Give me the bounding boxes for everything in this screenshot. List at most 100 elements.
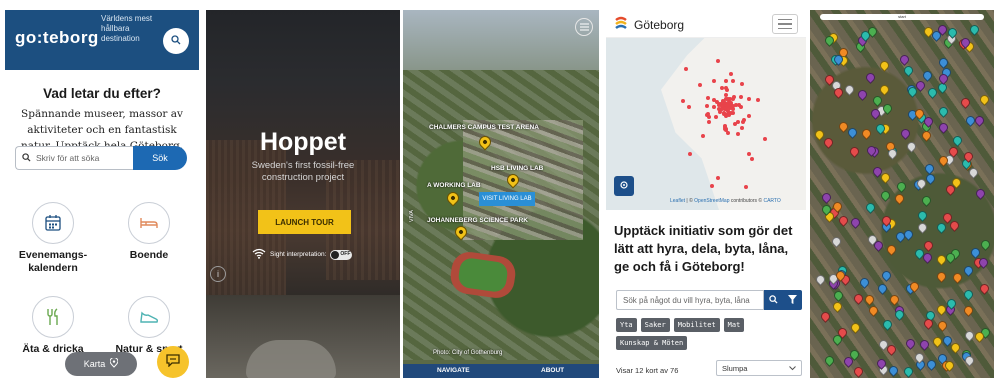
sight-interpretation-toggle[interactable]: Sight interpretation: OFF xyxy=(252,248,353,261)
map-pin-icon[interactable] xyxy=(962,303,975,317)
map-pin-icon[interactable] xyxy=(860,127,874,141)
menu-button[interactable] xyxy=(575,18,593,36)
address-bar[interactable]: start xyxy=(820,14,984,20)
map-pin-icon[interactable] xyxy=(879,189,893,203)
map-pin-icon[interactable] xyxy=(887,364,900,377)
map-pin-icon[interactable] xyxy=(862,293,876,307)
map-pin-icon[interactable] xyxy=(919,128,933,142)
map-pin-icon[interactable] xyxy=(915,209,929,223)
map-pin-icon[interactable] xyxy=(848,320,862,334)
map-pin-icon[interactable] xyxy=(813,272,827,286)
map-pin-icon[interactable] xyxy=(902,365,916,378)
initiative-marker[interactable] xyxy=(739,81,744,86)
attribution-link[interactable]: Leaflet xyxy=(670,198,685,204)
map-pin-icon[interactable] xyxy=(962,288,976,302)
map-pin-icon[interactable] xyxy=(819,191,833,205)
map-pin-icon[interactable] xyxy=(818,309,832,323)
tag-mobilitet[interactable]: Mobilitet xyxy=(673,318,720,332)
initiative-marker[interactable] xyxy=(724,78,729,83)
map-pin-icon[interactable] xyxy=(920,194,934,207)
map-pin-icon[interactable] xyxy=(851,291,865,305)
map-pin-icon[interactable] xyxy=(832,289,845,303)
attribution-link[interactable]: OpenStreetMap xyxy=(694,198,729,204)
map-pin-icon[interactable] xyxy=(849,216,862,230)
map-pin-icon[interactable] xyxy=(846,126,860,140)
tag-kunskap-moten[interactable]: Kunskap & Möten xyxy=(616,336,688,350)
initiative-marker[interactable] xyxy=(698,82,703,87)
map-pin-icon[interactable] xyxy=(962,263,976,277)
map-pin-icon[interactable] xyxy=(899,127,913,140)
hamburger-menu-button[interactable] xyxy=(772,14,798,34)
search-input[interactable]: Sök på något du vill hyra, byta, låna xyxy=(616,290,764,310)
map-pin-icon[interactable] xyxy=(881,318,894,332)
pin-map-screen[interactable]: start xyxy=(810,10,994,378)
initiative-marker[interactable] xyxy=(755,97,760,102)
filter-icon[interactable] xyxy=(788,291,797,309)
initiative-marker[interactable] xyxy=(740,119,745,124)
category-events[interactable]: Evenemangs- kalendern xyxy=(13,202,93,275)
map-pin-icon[interactable] xyxy=(903,337,917,351)
map-pin-icon[interactable] xyxy=(864,201,877,215)
map-pin-icon[interactable] xyxy=(864,70,878,84)
initiative-marker[interactable] xyxy=(687,104,692,109)
map-pin-icon[interactable] xyxy=(830,235,844,248)
initiative-marker[interactable] xyxy=(687,152,692,157)
map-pin-icon[interactable] xyxy=(921,238,935,252)
initiative-marker[interactable] xyxy=(707,119,712,124)
toggle-switch[interactable]: OFF xyxy=(330,249,353,260)
chat-button[interactable] xyxy=(157,346,189,378)
map-pin-icon[interactable] xyxy=(935,269,948,283)
map-pin-icon[interactable] xyxy=(856,87,870,101)
map-pin-icon[interactable] xyxy=(880,269,894,283)
map-pin-icon[interactable] xyxy=(842,83,856,97)
map-pin-icon[interactable] xyxy=(964,113,977,127)
header-search-button[interactable] xyxy=(163,28,189,54)
map-pin-icon[interactable] xyxy=(831,300,844,314)
nav-about[interactable]: ABOUT xyxy=(541,367,564,374)
map-pin-icon[interactable] xyxy=(905,139,919,153)
brand[interactable]: Göteborg xyxy=(614,16,684,33)
map-pin-icon[interactable] xyxy=(848,144,861,158)
initiative-marker[interactable] xyxy=(680,98,685,103)
map-pin-icon[interactable] xyxy=(898,53,912,67)
map-pin-icon[interactable] xyxy=(959,96,973,110)
initiative-marker[interactable] xyxy=(700,133,705,138)
map-pin-icon[interactable] xyxy=(852,365,866,378)
map-pin-icon[interactable] xyxy=(925,358,939,371)
attribution-link[interactable]: CARTO xyxy=(763,198,780,204)
initiative-marker[interactable] xyxy=(730,79,735,84)
map-pin-icon[interactable] xyxy=(878,83,891,97)
launch-tour-button[interactable]: LAUNCH TOUR xyxy=(258,210,351,234)
initiative-marker[interactable] xyxy=(704,104,709,109)
initiative-marker[interactable] xyxy=(715,58,720,63)
map-pin-icon[interactable] xyxy=(949,341,963,355)
map-pin-icon[interactable] xyxy=(885,243,899,257)
map-pin-icon[interactable] xyxy=(930,334,944,348)
logo[interactable]: go:teborg xyxy=(15,28,99,48)
initiative-marker[interactable] xyxy=(712,78,717,83)
tag-yta[interactable]: Yta xyxy=(616,318,637,332)
map-pin-icon[interactable] xyxy=(875,281,889,295)
tag-saker[interactable]: Saker xyxy=(640,318,670,332)
map-pin-icon[interactable] xyxy=(937,104,950,118)
map-pin-icon[interactable] xyxy=(950,133,964,147)
map-pin-icon[interactable] xyxy=(918,337,932,351)
map-pin-icon[interactable] xyxy=(977,93,991,107)
search-icon[interactable] xyxy=(769,291,778,309)
category-accommodation[interactable]: Boende xyxy=(109,202,189,262)
map-button[interactable]: Karta xyxy=(65,352,137,376)
visit-living-lab-button[interactable]: VISIT LIVING LAB xyxy=(479,192,535,206)
initiative-marker[interactable] xyxy=(739,125,744,130)
map-view[interactable] xyxy=(606,38,806,210)
map-pin-icon[interactable] xyxy=(951,270,964,284)
map-pin-icon[interactable] xyxy=(974,187,987,201)
map-pin-icon[interactable] xyxy=(937,121,951,134)
map-pin-icon[interactable] xyxy=(936,55,950,69)
initiative-marker[interactable] xyxy=(730,103,735,108)
search-input[interactable]: Skriv för att söka xyxy=(15,146,133,170)
map-pin-icon[interactable] xyxy=(916,221,929,234)
map-pin-icon[interactable] xyxy=(822,354,836,367)
category-food[interactable]: Äta & dricka xyxy=(13,296,93,356)
tag-mat[interactable]: Mat xyxy=(723,318,745,332)
locate-button[interactable] xyxy=(614,176,634,196)
